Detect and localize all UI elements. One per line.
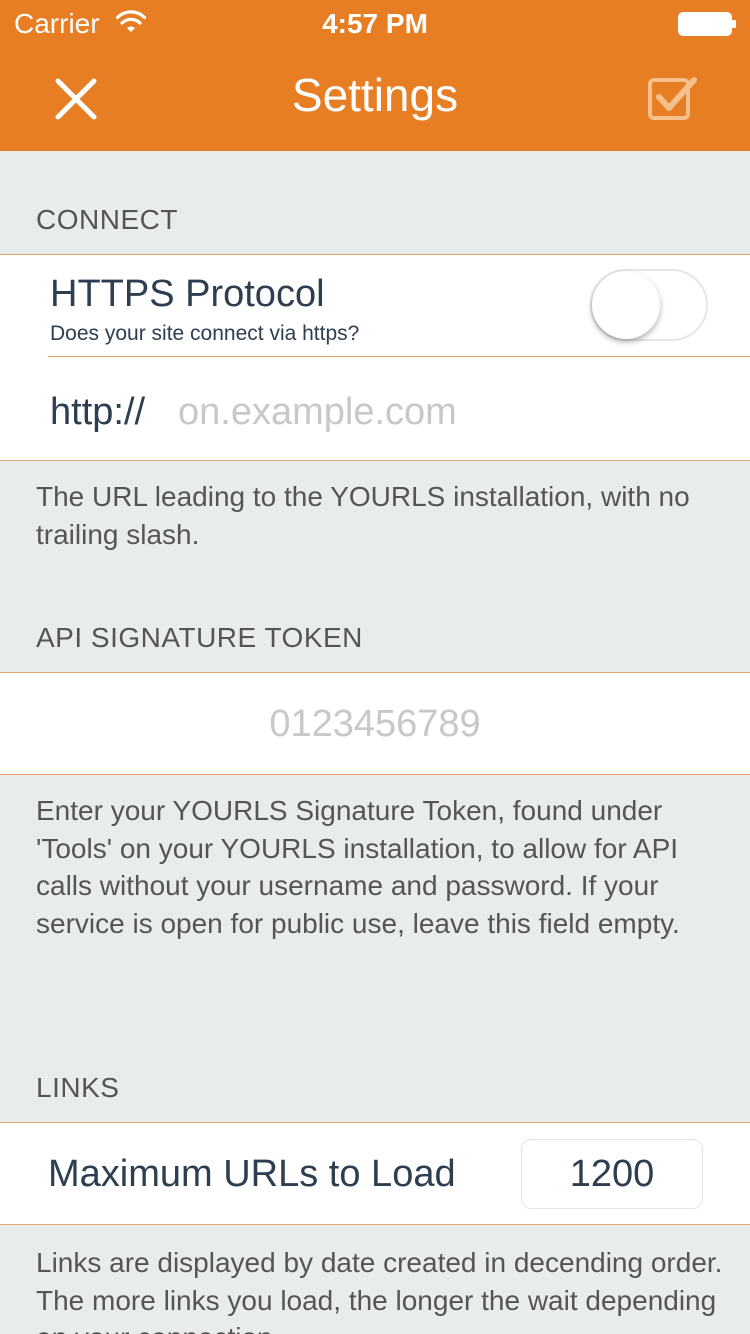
checkbox-check-icon[interactable]	[640, 68, 704, 132]
navbar: Settings	[0, 48, 750, 151]
header: Carrier 4:57 PM Settings	[0, 0, 750, 151]
max-urls-label: Maximum URLs to Load	[48, 1153, 456, 1195]
url-prefix: http://	[50, 391, 146, 433]
https-title: HTTPS Protocol	[50, 273, 325, 315]
row-divider	[48, 356, 750, 357]
api-footer: Enter your YOURLS Signature Token, found…	[36, 795, 680, 939]
section-header-api: API SIGNATURE TOKEN	[36, 622, 363, 653]
https-toggle[interactable]	[590, 269, 708, 341]
url-input[interactable]	[178, 383, 718, 441]
status-time: 4:57 PM	[322, 8, 428, 39]
section-header-connect: CONNECT	[36, 204, 178, 235]
page-title: Settings	[291, 69, 459, 121]
battery-icon	[678, 12, 736, 36]
connect-footer: The URL leading to the YOURLS installati…	[36, 481, 690, 550]
toggle-knob	[592, 271, 660, 339]
section-header-links: LINKS	[36, 1072, 120, 1103]
status-bar: Carrier 4:57 PM	[0, 0, 750, 48]
links-footer: Links are displayed by date created in d…	[36, 1247, 723, 1334]
links-card: Maximum URLs to Load 1200	[0, 1122, 750, 1225]
token-input[interactable]	[0, 693, 750, 755]
connect-card: HTTPS Protocol Does your site connect vi…	[0, 254, 750, 461]
https-subtitle: Does your site connect via https?	[50, 322, 360, 345]
max-urls-field[interactable]: 1200	[521, 1139, 703, 1209]
api-card	[0, 672, 750, 775]
